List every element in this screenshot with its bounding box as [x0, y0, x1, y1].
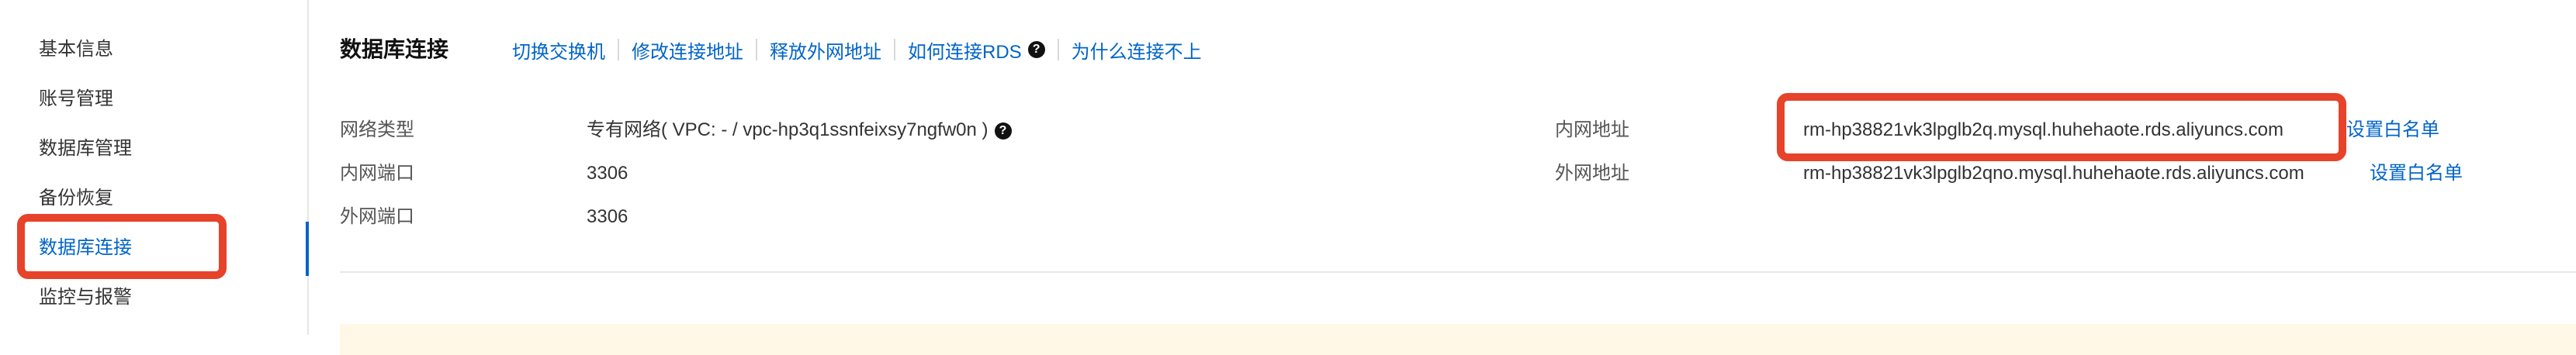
internal-address-label: 内网地址 — [1555, 119, 1629, 140]
sidebar-item-monitoring-alerts[interactable]: 监控与报警 — [39, 285, 132, 310]
network-type-label: 网络类型 — [340, 119, 414, 140]
how-to-connect-link[interactable]: 如何连接RDS — [908, 36, 1022, 64]
highlight-box-sidebar — [17, 214, 227, 279]
internal-port-value: 3306 — [587, 163, 628, 184]
highlight-box-internal-address — [1777, 93, 2346, 161]
toolbar-divider — [1057, 39, 1059, 60]
internal-port-label: 内网端口 — [340, 163, 414, 184]
sidebar-item-account-management[interactable]: 账号管理 — [39, 87, 113, 112]
question-circle-icon[interactable]: ? — [994, 122, 1012, 140]
set-whitelist-link-external[interactable]: 设置白名单 — [2370, 161, 2463, 186]
external-port-label: 外网端口 — [340, 206, 414, 227]
toolbar-divider — [618, 39, 619, 60]
sidebar-item-backup-restore[interactable]: 备份恢复 — [39, 186, 113, 211]
notice-banner — [340, 324, 2576, 355]
sidebar: 基本信息 账号管理 数据库管理 备份恢复 数据库连接 监控与报警 — [0, 0, 309, 335]
external-address-label: 外网地址 — [1555, 163, 1629, 184]
external-port-value: 3306 — [587, 206, 628, 227]
set-whitelist-link-internal[interactable]: 设置白名单 — [2346, 118, 2439, 143]
network-type-value: 专有网络( VPC: - / vpc-hp3q1ssnfeixsy7ngfw0n… — [587, 118, 1012, 143]
main-content: 数据库连接 切换交换机 修改连接地址 释放外网地址 如何连接RDS ? 为什么连… — [340, 0, 2576, 335]
switch-vswitch-link[interactable]: 切换交换机 — [512, 36, 605, 64]
sidebar-item-database-management[interactable]: 数据库管理 — [39, 136, 132, 161]
toolbar-divider — [756, 39, 757, 60]
external-address-value: rm-hp38821vk3lpglb2qno.mysql.huhehaote.r… — [1803, 163, 2304, 184]
page-title: 数据库连接 — [340, 37, 449, 61]
question-circle-icon[interactable]: ? — [1027, 41, 1045, 58]
toolbar: 切换交换机 修改连接地址 释放外网地址 如何连接RDS ? 为什么连接不上 — [512, 36, 1202, 64]
modify-address-link[interactable]: 修改连接地址 — [632, 36, 743, 64]
section-divider — [340, 271, 2576, 273]
why-cannot-connect-link[interactable]: 为什么连接不上 — [1072, 36, 1202, 64]
release-public-address-link[interactable]: 释放外网地址 — [770, 36, 881, 64]
toolbar-divider — [894, 39, 895, 60]
network-type-text: 专有网络( VPC: - / vpc-hp3q1ssnfeixsy7ngfw0n… — [587, 119, 989, 140]
active-indicator — [306, 222, 309, 276]
sidebar-item-basic-info[interactable]: 基本信息 — [39, 37, 113, 62]
